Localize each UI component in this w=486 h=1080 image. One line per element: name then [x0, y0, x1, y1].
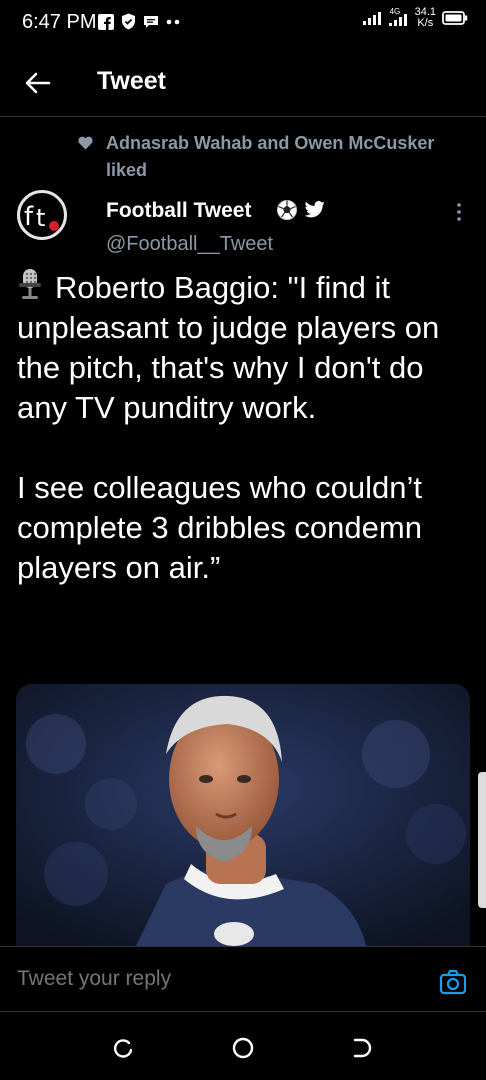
- message-icon: [144, 15, 158, 28]
- page-title: Tweet: [97, 67, 166, 95]
- back-button[interactable]: [20, 65, 56, 101]
- camera-button[interactable]: [439, 968, 467, 996]
- soccer-ball-icon: [277, 200, 297, 220]
- heart-icon: [78, 136, 93, 150]
- shield-icon: [122, 13, 135, 30]
- football-tweet-logo: f t: [24, 202, 59, 232]
- svg-text:f: f: [24, 202, 34, 232]
- player-photo: [16, 684, 470, 946]
- avatar[interactable]: f t: [17, 190, 67, 240]
- tweet-header: Tweet: [0, 50, 486, 117]
- more-vertical-icon: [457, 203, 461, 221]
- author-name[interactable]: Football Tweet: [106, 199, 251, 223]
- system-nav-bar: [0, 1012, 486, 1080]
- scrollbar-handle[interactable]: [478, 772, 486, 908]
- signal-4g-indicator: 4G: [387, 7, 409, 27]
- author-handle[interactable]: @Football__Tweet: [106, 233, 273, 256]
- status-bar: 6:47 PM 4G 34.1 K/s: [0, 0, 486, 46]
- status-time: 6:47 PM: [22, 11, 97, 33]
- svg-text:t: t: [36, 204, 45, 232]
- signal-icon: [362, 12, 381, 25]
- tweet-photo[interactable]: [16, 684, 470, 946]
- more-options-button[interactable]: [452, 201, 466, 223]
- social-context[interactable]: Adnasrab Wahab and Owen McCusker liked: [106, 130, 476, 184]
- recent-apps-button[interactable]: [112, 1036, 136, 1060]
- reply-bar: [0, 946, 486, 1012]
- network-speed: 34.1 K/s: [415, 7, 436, 29]
- studio-microphone-icon: [19, 269, 41, 299]
- more-notifications-icon: [166, 19, 180, 24]
- camera-icon: [439, 969, 467, 995]
- back-system-icon: [353, 1038, 372, 1058]
- signal-4g-icon: [388, 14, 407, 26]
- tweet-text: Roberto Baggio: "I find it unpleasant to…: [17, 270, 440, 585]
- recent-apps-icon: [114, 1039, 133, 1058]
- back-system-button[interactable]: [350, 1036, 374, 1060]
- facebook-icon: [98, 13, 114, 30]
- reply-input[interactable]: [17, 967, 288, 991]
- home-button[interactable]: [231, 1036, 255, 1060]
- back-arrow-icon: [25, 72, 51, 94]
- system-indicators: 4G 34.1 K/s: [362, 7, 468, 29]
- home-icon: [232, 1037, 254, 1059]
- network-speed-unit: K/s: [417, 17, 434, 29]
- tweet-body: Roberto Baggio: "I find it unpleasant to…: [17, 268, 477, 588]
- twitter-bird-icon: [304, 201, 325, 218]
- author-name-icons: [276, 199, 326, 221]
- battery-icon: [442, 11, 468, 25]
- notification-icons: [98, 13, 182, 30]
